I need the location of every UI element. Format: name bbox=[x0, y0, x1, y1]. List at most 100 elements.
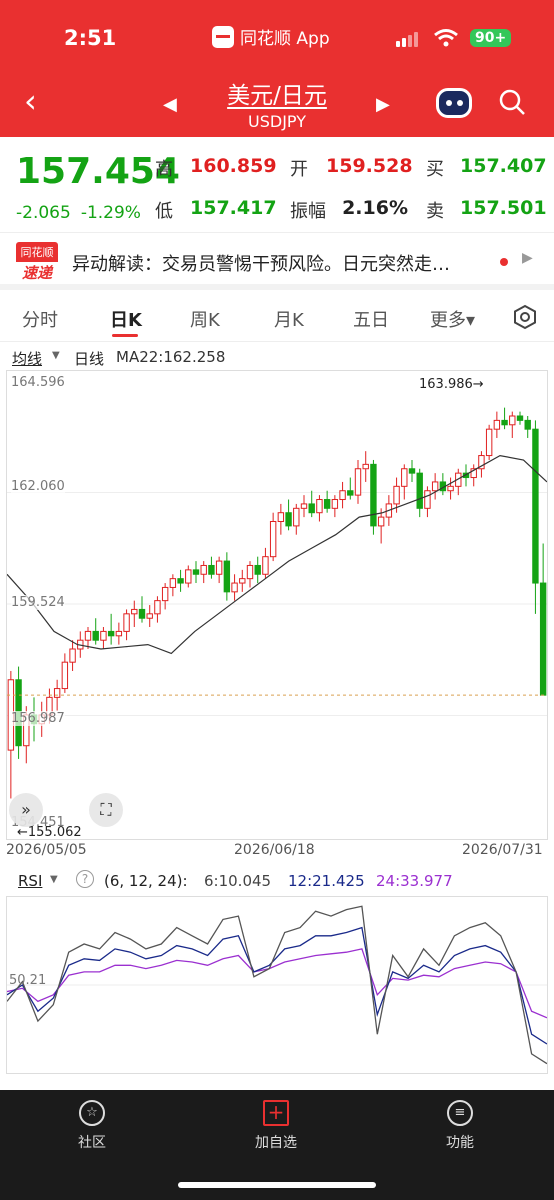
kline-chart[interactable]: 164.596 162.060 159.524 156.987 154.451 … bbox=[6, 370, 548, 840]
candle-body bbox=[316, 499, 323, 514]
change-percent: -1.29% bbox=[80, 203, 141, 223]
candle-body bbox=[509, 415, 516, 426]
candle-body bbox=[408, 468, 416, 474]
search-icon[interactable] bbox=[498, 88, 526, 116]
amp-label: 振幅 bbox=[290, 201, 326, 222]
pair-symbol: USDJPY bbox=[248, 112, 306, 131]
app-name: 同花顺 App bbox=[240, 29, 330, 49]
candle-body bbox=[485, 428, 493, 457]
y-tick: 164.596 bbox=[11, 375, 65, 390]
tab-monthly-k[interactable]: 月K bbox=[274, 306, 304, 332]
candle-body bbox=[354, 468, 362, 496]
tab-weekly-k[interactable]: 周K bbox=[190, 306, 220, 332]
candle-body bbox=[277, 512, 285, 523]
candle-body bbox=[146, 613, 153, 619]
status-bar: 2:51 同花顺 App 90+ bbox=[0, 22, 554, 56]
ai-robot-icon[interactable] bbox=[436, 88, 472, 118]
candle-body bbox=[223, 560, 231, 593]
candle-body bbox=[123, 613, 130, 632]
candle-body bbox=[447, 485, 454, 492]
candle-body bbox=[208, 564, 215, 575]
candle-body bbox=[416, 472, 423, 509]
date-mid: 2026/06/18 bbox=[234, 842, 315, 858]
candle-body bbox=[92, 630, 99, 641]
dropdown-icon[interactable]: ▼ bbox=[52, 350, 60, 361]
candle-body bbox=[138, 608, 146, 619]
quote-panel: 157.454 -2.065 -1.29% 高 160.859 低 157.417… bbox=[0, 137, 554, 233]
date-end: 2026/07/31 bbox=[462, 842, 543, 858]
rsi-params: (6, 12, 24): bbox=[104, 872, 188, 890]
candle-body bbox=[501, 419, 508, 426]
candle-body bbox=[293, 507, 300, 527]
tab-daily-k[interactable]: 日K bbox=[110, 306, 142, 332]
candle-body bbox=[424, 490, 431, 509]
high-annotation: 163.986→ bbox=[419, 377, 484, 392]
high-label: 高 bbox=[155, 159, 173, 180]
next-pair-icon[interactable]: ▶ bbox=[376, 94, 390, 115]
menu-icon: ≡ bbox=[447, 1100, 473, 1126]
candle-body bbox=[200, 564, 207, 575]
star-icon: ☆ bbox=[79, 1100, 105, 1126]
candle-body bbox=[516, 415, 524, 421]
sell-label: 卖 bbox=[426, 201, 444, 222]
signal-icon bbox=[396, 32, 418, 47]
candle-body bbox=[347, 490, 354, 496]
candle-body bbox=[100, 630, 107, 641]
candle-body bbox=[215, 560, 223, 575]
tab-intraday[interactable]: 分时 bbox=[22, 306, 58, 332]
ma-selector[interactable]: 均线 bbox=[12, 348, 42, 369]
candle-body bbox=[362, 463, 369, 470]
plus-icon: + bbox=[263, 1100, 289, 1126]
date-start: 2026/05/05 bbox=[6, 842, 87, 858]
unread-dot bbox=[500, 258, 508, 266]
help-icon[interactable]: ? bbox=[76, 870, 94, 888]
candle-body bbox=[524, 419, 531, 430]
rsi-ref-label: 50.21 bbox=[9, 973, 47, 988]
settings-icon[interactable] bbox=[512, 304, 538, 330]
candle-body bbox=[84, 630, 92, 641]
home-indicator bbox=[178, 1182, 376, 1188]
candle-body bbox=[192, 569, 200, 575]
app-header: 2:51 同花顺 App 90+ ‹ ◀ 美元/日元 USDJPY ▶ bbox=[0, 0, 554, 137]
y-tick: 156.987 bbox=[11, 711, 65, 726]
rsi-header: RSI ▼ ? (6, 12, 24): 6:10.045 12:21.425 … bbox=[0, 870, 554, 894]
date-axis: 2026/05/05 2026/06/18 2026/07/31 bbox=[0, 842, 554, 860]
candle-body bbox=[285, 512, 292, 527]
rsi24-value: 24:33.977 bbox=[376, 872, 453, 890]
news-headline[interactable]: 异动解读：交易员警惕干预风险。日元突然走… bbox=[72, 250, 490, 276]
nav-bar: ‹ ◀ 美元/日元 USDJPY ▶ bbox=[0, 74, 554, 134]
candle-body bbox=[377, 516, 385, 527]
app-indicator: 同花顺 App bbox=[212, 24, 330, 49]
community-label: 社区 bbox=[78, 1135, 106, 1151]
candle-body bbox=[161, 586, 169, 602]
sell-value: 157.501 bbox=[460, 197, 547, 219]
rsi-dropdown-icon[interactable]: ▼ bbox=[50, 874, 58, 885]
battery-indicator: 90+ bbox=[470, 29, 512, 47]
expand-left-icon[interactable]: » bbox=[9, 793, 43, 827]
rsi-chart[interactable]: 50.21 bbox=[6, 896, 548, 1074]
news-ticker[interactable]: 同花顺 速递 异动解读：交易员警惕干预风险。日元突然走… ▶ bbox=[0, 234, 554, 290]
fullscreen-icon[interactable]: ⛶ bbox=[89, 793, 123, 827]
candle-body bbox=[177, 578, 184, 584]
period-label: 日线 bbox=[74, 350, 105, 368]
tab-more[interactable]: 更多▾ bbox=[430, 306, 475, 332]
buy-label: 买 bbox=[426, 159, 444, 180]
candle-body bbox=[154, 600, 161, 615]
candle-body bbox=[331, 499, 339, 509]
candle-body bbox=[300, 503, 308, 509]
candle-body bbox=[69, 648, 76, 663]
candle-body bbox=[107, 630, 115, 637]
functions-button[interactable]: ≡ 功能 bbox=[420, 1100, 500, 1152]
active-tab-indicator bbox=[112, 334, 138, 337]
candle-body bbox=[61, 661, 69, 690]
tab-five-day[interactable]: 五日 bbox=[353, 306, 389, 332]
candle-body bbox=[269, 521, 277, 558]
candle-body bbox=[370, 463, 377, 527]
high-value: 160.859 bbox=[190, 155, 277, 177]
candle-body bbox=[323, 499, 331, 509]
wifi-icon bbox=[434, 29, 458, 47]
chevron-right-icon[interactable]: ▶ bbox=[522, 250, 533, 266]
rsi-selector[interactable]: RSI bbox=[18, 872, 42, 890]
community-button[interactable]: ☆ 社区 bbox=[52, 1100, 132, 1152]
add-watchlist-button[interactable]: + 加自选 bbox=[236, 1100, 316, 1152]
